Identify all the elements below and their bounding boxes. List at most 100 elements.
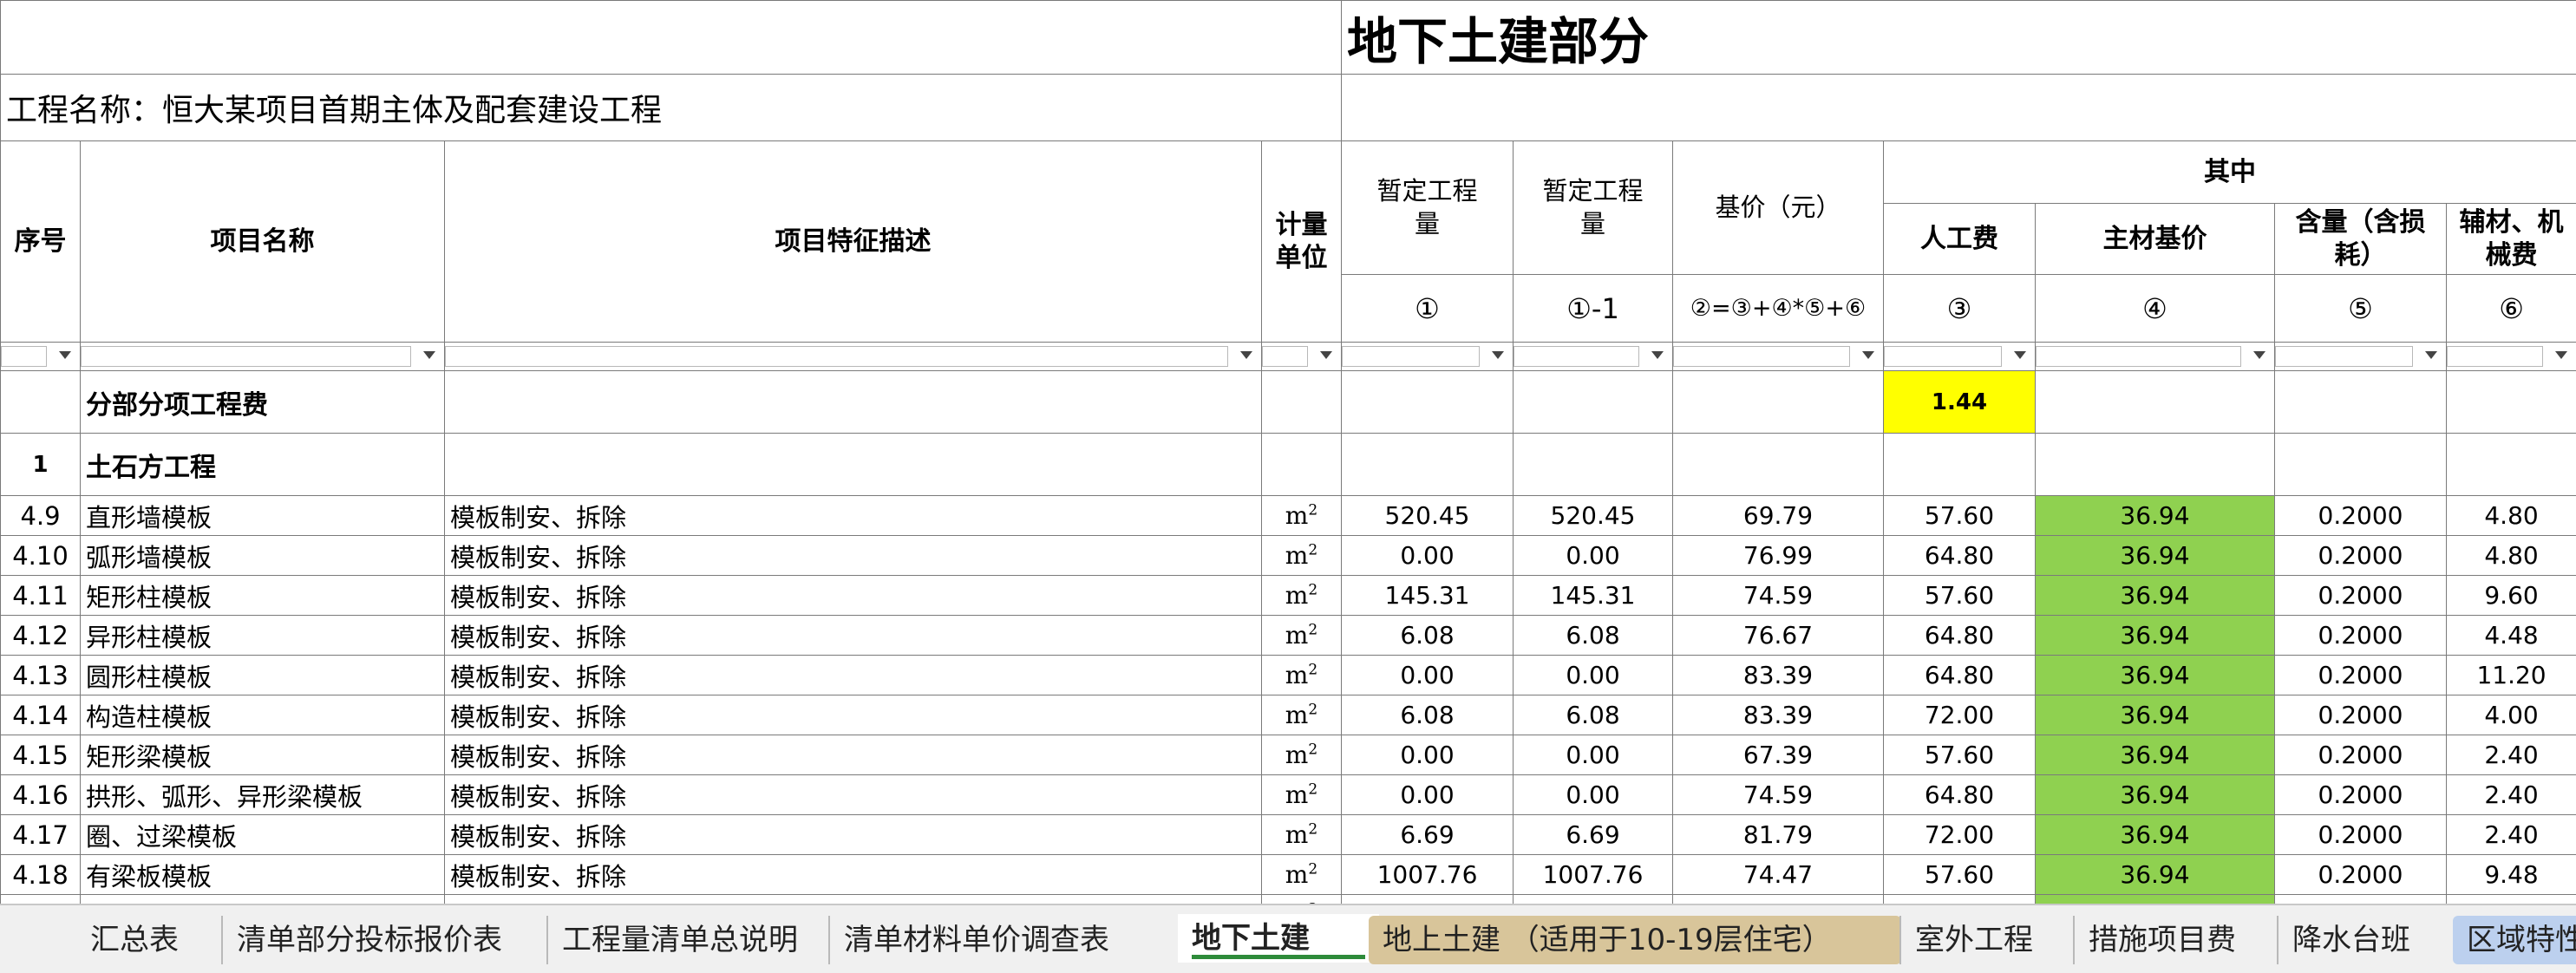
row-aux-machinery[interactable]: 4.00 bbox=[2447, 695, 2576, 735]
row-base-price[interactable]: 67.39 bbox=[1673, 735, 1884, 775]
row-seq[interactable]: 4.11 bbox=[1, 576, 81, 616]
row-unit[interactable]: m2 bbox=[1262, 815, 1342, 855]
spreadsheet-grid[interactable]: 地下土建部分 工程名称：恒大某项目首期主体及配套建设工程 序号 项目名称 项目特… bbox=[0, 0, 2576, 904]
empty-cell[interactable] bbox=[1514, 434, 1673, 496]
empty-cell[interactable] bbox=[2036, 371, 2275, 434]
row-unit[interactable]: m2 bbox=[1262, 616, 1342, 656]
row-seq[interactable]: 4.13 bbox=[1, 656, 81, 695]
row-labor[interactable]: 64.80 bbox=[1884, 616, 2036, 656]
row-main-material[interactable]: 36.94 bbox=[2036, 616, 2275, 656]
row-labor[interactable]: 64.80 bbox=[1884, 775, 2036, 815]
empty-cell[interactable] bbox=[1342, 434, 1514, 496]
row-content-loss[interactable]: 0.2000 bbox=[2275, 895, 2447, 904]
row-main-material[interactable]: 36.94 bbox=[2036, 895, 2275, 904]
row-feature-desc[interactable]: 模板制安、拆除 bbox=[445, 895, 1262, 904]
row-main-material[interactable]: 36.94 bbox=[2036, 576, 2275, 616]
row-item-name[interactable]: 矩形柱模板 bbox=[81, 576, 445, 616]
row-labor[interactable]: 64.80 bbox=[1884, 536, 2036, 576]
row-provisional-qty-2[interactable]: 145.31 bbox=[1514, 576, 1673, 616]
empty-cell[interactable] bbox=[2275, 434, 2447, 496]
empty-cell[interactable] bbox=[2036, 434, 2275, 496]
row-main-material[interactable]: 36.94 bbox=[2036, 855, 2275, 895]
row-provisional-qty-1[interactable]: 6.08 bbox=[1342, 616, 1514, 656]
table-row[interactable]: 4.18有梁板模板模板制安、拆除m21007.761007.7674.4757.… bbox=[1, 855, 2576, 895]
empty-cell[interactable] bbox=[2447, 434, 2576, 496]
tab-measure-items[interactable]: 措施项目费 bbox=[2073, 916, 2250, 964]
row-main-material[interactable]: 36.94 bbox=[2036, 536, 2275, 576]
row-seq[interactable]: 4.15 bbox=[1, 735, 81, 775]
row-feature-desc[interactable]: 模板制安、拆除 bbox=[445, 576, 1262, 616]
tab-aboveground-civil[interactable]: 地上土建 （适用于10-19层住宅） bbox=[1369, 916, 1901, 964]
row-content-loss[interactable]: 0.2000 bbox=[2275, 775, 2447, 815]
row-item-name[interactable]: 圆形柱模板 bbox=[81, 656, 445, 695]
row-seq[interactable]: 4.9 bbox=[1, 496, 81, 536]
table-row[interactable]: 4.15矩形梁模板模板制安、拆除m20.000.0067.3957.6036.9… bbox=[1, 735, 2576, 775]
row-labor[interactable]: 57.60 bbox=[1884, 496, 2036, 536]
row-provisional-qty-2[interactable]: 0.00 bbox=[1514, 656, 1673, 695]
table-row[interactable]: 4.13圆形柱模板模板制安、拆除m20.000.0083.3964.8036.9… bbox=[1, 656, 2576, 695]
filter-dropdown-icon[interactable] bbox=[1862, 351, 1874, 359]
table-row[interactable]: 4.19平板、空心板模板模板制安、拆除m20.000.0074.4757.603… bbox=[1, 895, 2576, 904]
row-seq[interactable]: 4.10 bbox=[1, 536, 81, 576]
row-feature-desc[interactable]: 模板制安、拆除 bbox=[445, 656, 1262, 695]
blank-title-left[interactable] bbox=[1, 1, 1342, 75]
row-unit[interactable]: m2 bbox=[1262, 496, 1342, 536]
row-content-loss[interactable]: 0.2000 bbox=[2275, 695, 2447, 735]
row-labor[interactable]: 72.00 bbox=[1884, 815, 2036, 855]
row-provisional-qty-2[interactable]: 0.00 bbox=[1514, 775, 1673, 815]
row-feature-desc[interactable]: 模板制安、拆除 bbox=[445, 616, 1262, 656]
table-row[interactable]: 4.17圈、过梁模板模板制安、拆除m26.696.6981.7972.0036.… bbox=[1, 815, 2576, 855]
empty-cell[interactable] bbox=[1673, 434, 1884, 496]
row-item-name[interactable]: 弧形墙模板 bbox=[81, 536, 445, 576]
row-provisional-qty-2[interactable]: 6.08 bbox=[1514, 695, 1673, 735]
row-base-price[interactable]: 69.79 bbox=[1673, 496, 1884, 536]
row-item-name[interactable]: 构造柱模板 bbox=[81, 695, 445, 735]
empty-cell[interactable] bbox=[1342, 371, 1514, 434]
row-aux-machinery[interactable]: 4.80 bbox=[2447, 536, 2576, 576]
table-row[interactable]: 4.16拱形、弧形、异形梁模板模板制安、拆除m20.000.0074.5964.… bbox=[1, 775, 2576, 815]
row-provisional-qty-1[interactable]: 6.08 bbox=[1342, 695, 1514, 735]
blank-project-right[interactable] bbox=[1342, 75, 2576, 141]
row-provisional-qty-2[interactable]: 1007.76 bbox=[1514, 855, 1673, 895]
tab-summary[interactable]: 汇总表 bbox=[76, 916, 193, 964]
row-provisional-qty-1[interactable]: 6.69 bbox=[1342, 815, 1514, 855]
row-item-name[interactable]: 拱形、弧形、异形梁模板 bbox=[81, 775, 445, 815]
row-unit[interactable]: m2 bbox=[1262, 895, 1342, 904]
row-feature-desc[interactable]: 模板制安、拆除 bbox=[445, 735, 1262, 775]
row-item-name[interactable]: 直形墙模板 bbox=[81, 496, 445, 536]
filter-dropdown-icon[interactable] bbox=[1320, 351, 1332, 359]
row-main-material[interactable]: 36.94 bbox=[2036, 735, 2275, 775]
table-row[interactable]: 4.10弧形墙模板模板制安、拆除m20.000.0076.9964.8036.9… bbox=[1, 536, 2576, 576]
row-main-material[interactable]: 36.94 bbox=[2036, 775, 2275, 815]
row-base-price[interactable]: 74.59 bbox=[1673, 576, 1884, 616]
row-feature-desc[interactable]: 模板制安、拆除 bbox=[445, 536, 1262, 576]
row-provisional-qty-2[interactable]: 6.69 bbox=[1514, 815, 1673, 855]
row-base-price[interactable]: 74.47 bbox=[1673, 855, 1884, 895]
row-main-material[interactable]: 36.94 bbox=[2036, 695, 2275, 735]
row-unit[interactable]: m2 bbox=[1262, 735, 1342, 775]
row-provisional-qty-1[interactable]: 0.00 bbox=[1342, 775, 1514, 815]
tab-underground-civil[interactable]: 地下土建 bbox=[1178, 914, 1379, 963]
table-row[interactable]: 4.12异形柱模板模板制安、拆除m26.086.0876.6764.8036.9… bbox=[1, 616, 2576, 656]
row-unit[interactable]: m2 bbox=[1262, 855, 1342, 895]
row-content-loss[interactable]: 0.2000 bbox=[2275, 576, 2447, 616]
empty-cell[interactable] bbox=[1262, 371, 1342, 434]
row-feature-desc[interactable]: 模板制安、拆除 bbox=[445, 695, 1262, 735]
row-provisional-qty-1[interactable]: 0.00 bbox=[1342, 735, 1514, 775]
empty-cell[interactable] bbox=[1262, 434, 1342, 496]
row-feature-desc[interactable]: 模板制安、拆除 bbox=[445, 496, 1262, 536]
empty-cell[interactable] bbox=[1884, 434, 2036, 496]
row-item-name[interactable]: 异形柱模板 bbox=[81, 616, 445, 656]
row-content-loss[interactable]: 0.2000 bbox=[2275, 855, 2447, 895]
row-item-name[interactable]: 矩形梁模板 bbox=[81, 735, 445, 775]
row-feature-desc[interactable]: 模板制安、拆除 bbox=[445, 815, 1262, 855]
row-seq[interactable]: 4.18 bbox=[1, 855, 81, 895]
row-aux-machinery[interactable]: 4.80 bbox=[2447, 496, 2576, 536]
row-item-name[interactable]: 圈、过梁模板 bbox=[81, 815, 445, 855]
tab-dewatering-shifts[interactable]: 降水台班 bbox=[2277, 916, 2424, 964]
row-labor[interactable]: 57.60 bbox=[1884, 855, 2036, 895]
table-row[interactable]: 4.11矩形柱模板模板制安、拆除m2145.31145.3174.5957.60… bbox=[1, 576, 2576, 616]
row-provisional-qty-2[interactable]: 0.00 bbox=[1514, 735, 1673, 775]
row-content-loss[interactable]: 0.2000 bbox=[2275, 536, 2447, 576]
filter-dropdown-icon[interactable] bbox=[2014, 351, 2026, 359]
